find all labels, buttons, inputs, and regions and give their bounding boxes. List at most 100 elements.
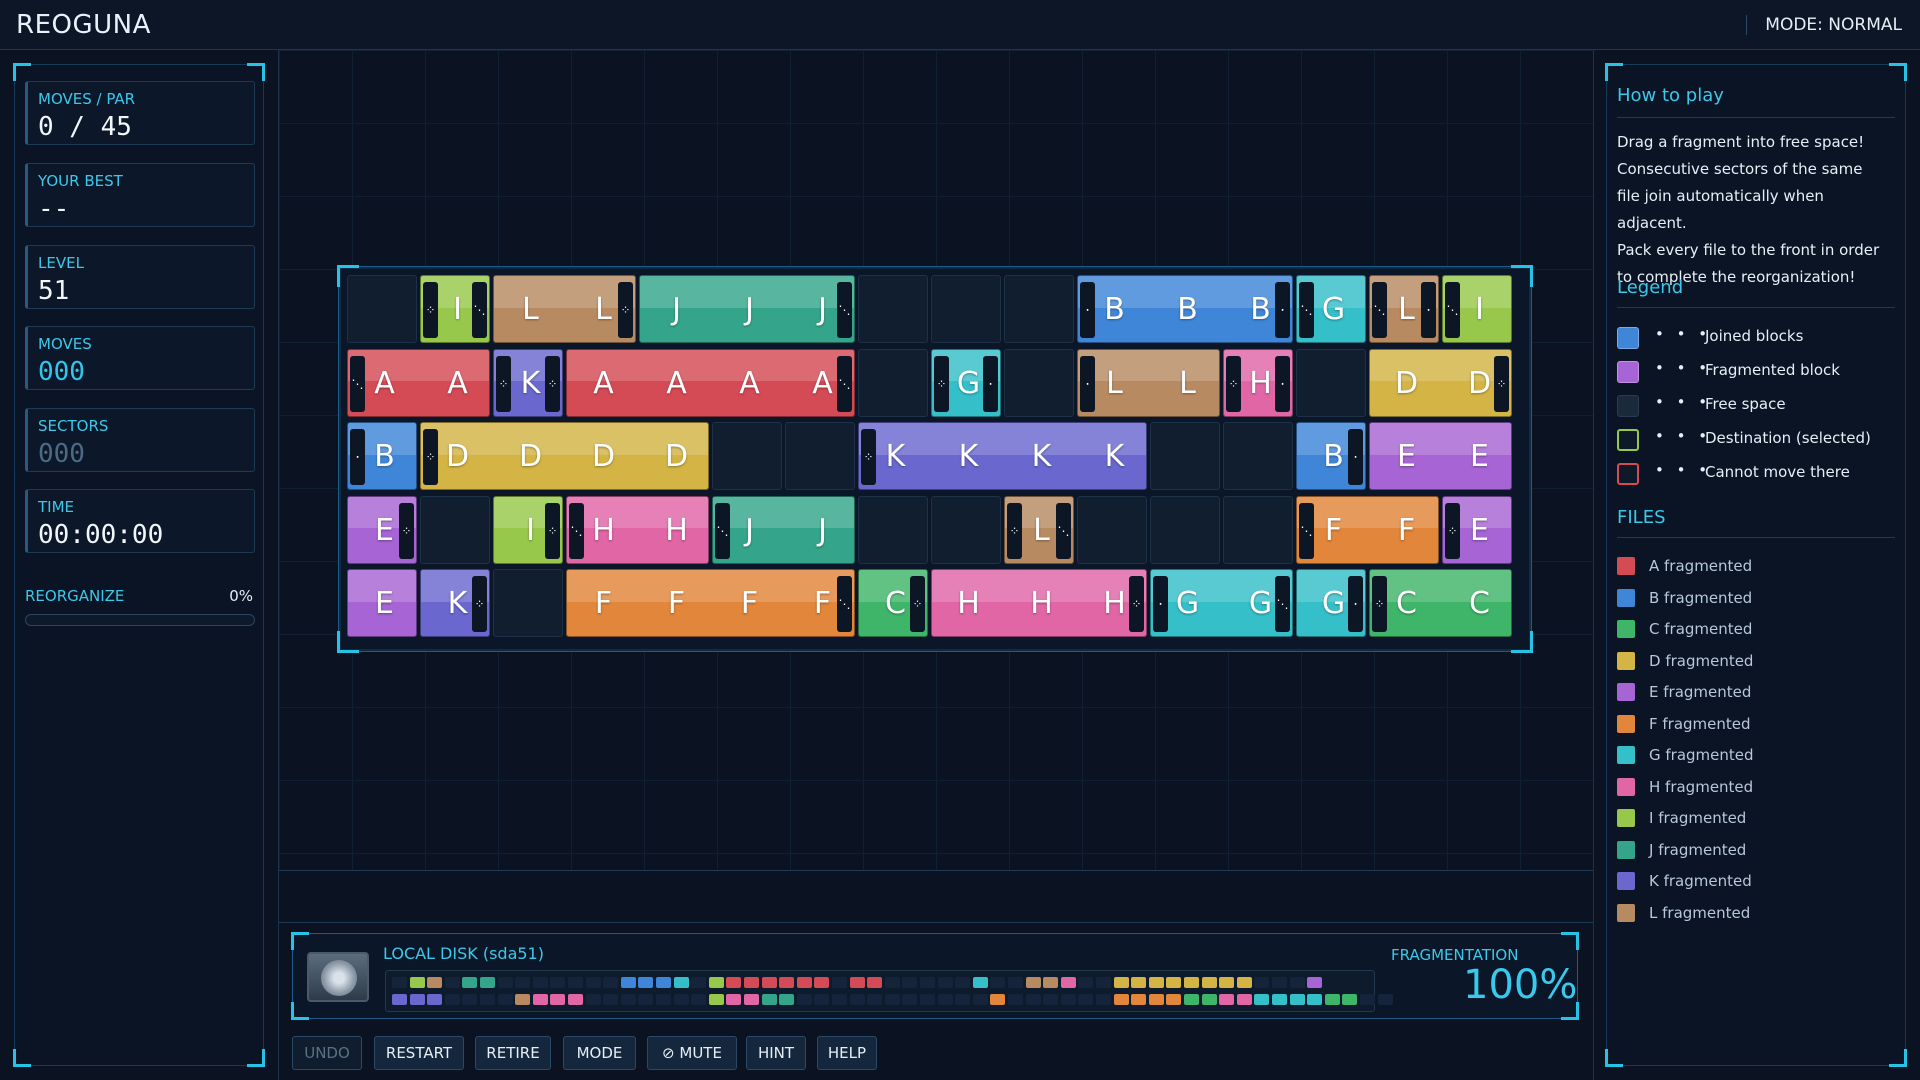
free-sector[interactable] bbox=[931, 275, 1001, 343]
file-entry: I fragmented bbox=[1617, 807, 1895, 827]
game-window: REOGUNA MODE: NORMAL MOVES / PAR 0 / 45 … bbox=[0, 0, 1920, 1080]
disk-sector bbox=[1166, 994, 1182, 1005]
file-block-i[interactable]: I ⋱ bbox=[1442, 275, 1512, 343]
file-block-k[interactable]: K K K K ⁘ bbox=[858, 422, 1147, 490]
stat-label: SECTORS bbox=[38, 417, 109, 435]
file-block-f[interactable]: F F F F ⋱ bbox=[566, 569, 855, 637]
file-block-a[interactable]: A A A A ⋱ bbox=[566, 348, 855, 417]
file-block-c[interactable]: C ⁘ bbox=[858, 569, 928, 637]
file-block-j[interactable]: J J ⋱ bbox=[712, 495, 855, 564]
file-block-g[interactable]: G ⁘ ⋅ bbox=[931, 348, 1001, 417]
file-block-k[interactable]: K ⁘ bbox=[420, 569, 490, 637]
file-block-j[interactable]: J J J ⋱ bbox=[639, 275, 855, 343]
free-sector[interactable] bbox=[858, 495, 928, 564]
file-entry: D fragmented bbox=[1617, 650, 1895, 670]
file-block-g[interactable]: G ⋱ bbox=[1296, 275, 1366, 343]
help-button[interactable]: HELP bbox=[817, 1036, 877, 1070]
stat-value: 51 bbox=[38, 276, 70, 306]
fragment-connector-left: ⁘ bbox=[423, 429, 438, 485]
file-block-b[interactable]: B ⋅ bbox=[347, 422, 417, 490]
undo-button[interactable]: UNDO bbox=[292, 1036, 362, 1070]
free-sector[interactable] bbox=[858, 348, 928, 417]
file-block-e[interactable]: E ⁘ bbox=[1442, 495, 1512, 564]
free-sector[interactable] bbox=[1004, 275, 1074, 343]
file-entry: C fragmented bbox=[1617, 618, 1895, 638]
file-block-c[interactable]: C C ⁘ bbox=[1369, 569, 1512, 637]
mute-button[interactable]: ⊘ MUTE bbox=[647, 1036, 737, 1070]
hint-button[interactable]: HINT bbox=[746, 1036, 806, 1070]
retire-button[interactable]: RETIRE bbox=[475, 1036, 551, 1070]
block-letter: A bbox=[593, 365, 614, 401]
disk-sector bbox=[691, 994, 707, 1005]
free-sector[interactable] bbox=[1077, 495, 1147, 564]
file-block-f[interactable]: F F ⋱ bbox=[1296, 495, 1439, 564]
disk-sector bbox=[480, 977, 495, 988]
free-sector[interactable] bbox=[931, 495, 1001, 564]
block-letter: A bbox=[739, 365, 760, 401]
file-block-l[interactable]: L L ⋅ bbox=[1077, 348, 1220, 417]
restart-button[interactable]: RESTART bbox=[374, 1036, 464, 1070]
file-block-i[interactable]: I ⁘ bbox=[493, 495, 563, 564]
free-sector[interactable] bbox=[858, 275, 928, 343]
fragment-connector-left: ⁘ bbox=[1372, 576, 1387, 632]
file-block-b[interactable]: B B B ⋅ ⋅ bbox=[1077, 275, 1293, 343]
free-sector[interactable] bbox=[1223, 495, 1293, 564]
file-swatch bbox=[1617, 809, 1635, 827]
free-sector[interactable] bbox=[1223, 422, 1293, 490]
legend-dots: • • • bbox=[1655, 461, 1712, 479]
disk-name: LOCAL DISK (sda51) bbox=[383, 944, 544, 963]
free-sector[interactable] bbox=[1150, 495, 1220, 564]
fragment-connector-left: ⋅ bbox=[1080, 355, 1095, 412]
free-sector[interactable] bbox=[712, 422, 782, 490]
app-title: REOGUNA bbox=[16, 10, 151, 40]
file-swatch bbox=[1617, 777, 1635, 796]
stat-time: TIME 00:00:00 bbox=[25, 489, 255, 553]
block-letter: D bbox=[518, 439, 543, 474]
free-sector[interactable] bbox=[785, 422, 855, 490]
file-block-d[interactable]: D D D D ⁘ bbox=[420, 422, 709, 490]
disk-sector bbox=[603, 994, 619, 1005]
file-block-l[interactable]: L ⋱ ⋅ bbox=[1369, 275, 1439, 343]
fragment-connector-left: ⁘ bbox=[1445, 502, 1460, 559]
file-block-h[interactable]: H H ⋱ bbox=[566, 495, 709, 564]
file-block-g[interactable]: G ⋅ bbox=[1296, 569, 1366, 637]
disk-sector bbox=[1377, 994, 1393, 1005]
legend-dots: • • • bbox=[1655, 427, 1712, 445]
file-block-h[interactable]: H H H ⁘ bbox=[931, 569, 1147, 637]
file-block-l[interactable]: L L ⁘ bbox=[493, 275, 636, 343]
fragment-connector-right: ⋱ bbox=[472, 282, 487, 338]
disk-sector bbox=[779, 977, 795, 988]
hard-disk-icon bbox=[307, 952, 369, 1002]
legend-swatch bbox=[1617, 395, 1639, 417]
file-block-h[interactable]: H ⁘ ⋅ bbox=[1223, 348, 1293, 417]
free-sector[interactable] bbox=[347, 275, 417, 343]
file-block-e[interactable]: E bbox=[347, 569, 417, 637]
mode-button[interactable]: MODE bbox=[563, 1036, 636, 1070]
disk-sector bbox=[1307, 994, 1323, 1005]
file-block-g[interactable]: G G ⋅ ⋱ bbox=[1150, 569, 1293, 637]
file-block-a[interactable]: A A ⋱ bbox=[347, 348, 490, 417]
legend-item: • • • Joined blocks bbox=[1617, 325, 1895, 349]
file-block-l[interactable]: L ⁘ ⋱ bbox=[1004, 495, 1074, 564]
free-sector[interactable] bbox=[1296, 348, 1366, 417]
free-sector[interactable] bbox=[1150, 422, 1220, 490]
free-sector[interactable] bbox=[493, 569, 563, 637]
fragment-connector-left: ⁘ bbox=[423, 282, 438, 338]
legend-label: Joined blocks bbox=[1705, 327, 1804, 345]
file-block-i[interactable]: I ⁘ ⋱ bbox=[420, 275, 490, 343]
file-block-d[interactable]: D D ⁘ bbox=[1369, 348, 1512, 417]
free-sector[interactable] bbox=[420, 495, 490, 564]
file-block-b[interactable]: B ⋅ bbox=[1296, 422, 1366, 490]
file-label: A fragmented bbox=[1649, 557, 1753, 575]
free-sector[interactable] bbox=[1004, 348, 1074, 417]
stat-your-best: YOUR BEST -- bbox=[25, 163, 255, 227]
disk-sector bbox=[796, 994, 812, 1005]
disk-sector bbox=[550, 994, 566, 1005]
block-letter: D bbox=[664, 439, 689, 474]
fragment-connector-right: ⁘ bbox=[399, 502, 414, 559]
file-block-k[interactable]: K ⁘ ⁘ bbox=[493, 348, 563, 417]
file-block-e[interactable]: E ⁘ bbox=[347, 495, 417, 564]
divider bbox=[279, 922, 1593, 923]
fragment-connector-right: ⁘ bbox=[618, 282, 633, 338]
file-block-e[interactable]: EE bbox=[1369, 422, 1512, 490]
